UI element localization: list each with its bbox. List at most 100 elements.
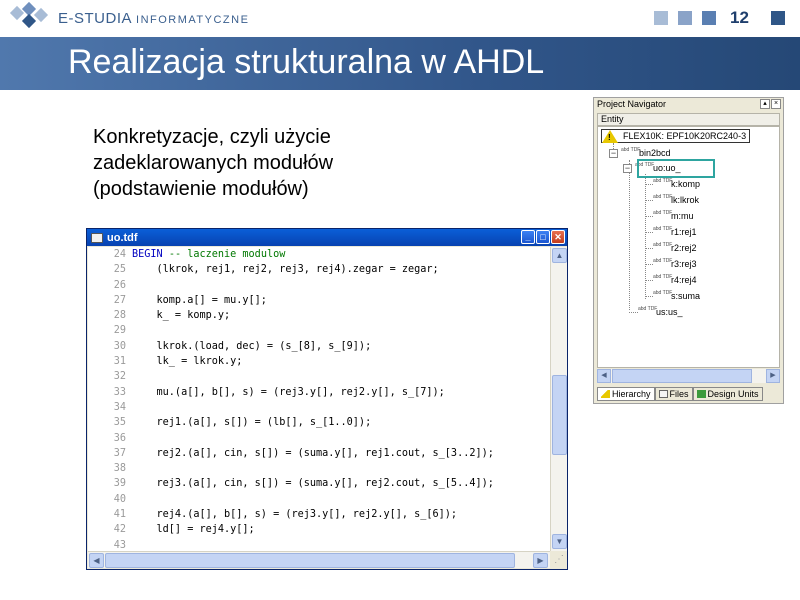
code-text: rej1.(a[], s[]) = (lb[], s_[1..0]); [132,417,372,432]
scroll-thumb[interactable] [612,369,752,383]
code-text: komp.a[] = mu.y[]; [132,295,267,310]
tree-connector [645,248,653,249]
minimize-button[interactable]: _ [521,230,535,244]
maximize-button[interactable]: □ [536,230,550,244]
close-icon[interactable]: × [771,99,781,109]
project-navigator-panel[interactable]: Project Navigator ▴ × Entity ! FLEX10K: E… [593,97,784,404]
tree-item-label: s:suma [671,291,701,301]
tree-item[interactable]: abd TDF r4:rej4 [653,273,697,287]
code-body: lk_ = lkrok.y; [132,356,243,368]
code-line: 40 [88,494,550,509]
tree-item[interactable]: abd TDF r2:rej2 [653,241,697,255]
tree-connector [645,264,653,265]
scroll-left-button[interactable]: ◀ [597,369,611,383]
tree-item-label: r1:rej1 [671,227,697,237]
logo-sub-text: INFORMATYCZNE [136,13,250,26]
slide-title: Realizacja strukturalna w AHDL [68,43,545,81]
code-line: 37 rej2.(a[], cin, s[]) = (suma.y[], rej… [88,448,550,463]
scroll-thumb[interactable] [552,375,567,455]
tab-design-units[interactable]: Design Units [692,387,763,401]
dock-icon[interactable]: ▴ [760,99,770,109]
resize-grip-icon[interactable]: ⋰ [551,552,567,568]
tdf-file-icon: abd TDF [621,147,641,153]
logo-text: E-STUDIA INFORMATYCZNE [58,10,249,27]
square-icon [771,11,785,25]
tree-item[interactable]: abd TDF lk:lkrok [653,193,699,207]
scroll-thumb[interactable] [105,553,515,568]
tab-files[interactable]: Files [654,387,693,401]
code-line: 33 mu.(a[], b[], s) = (rej3.y[], rej2.y[… [88,387,550,402]
code-text: BEGIN -- laczenie modulow [132,249,285,264]
tree-connector [629,312,638,313]
tree-item[interactable]: abd TDF r1:rej1 [653,225,697,239]
document-icon [91,232,103,243]
code-text: rej4.(a[], b[], s) = (rej3.y[], rej2.y[]… [132,509,458,524]
tree-item-label: FLEX10K: EPF10K20RC240-3 [623,131,747,141]
editor-titlebar[interactable]: uo.tdf _ □ ✕ [87,229,567,246]
tree-item[interactable]: abd TDF s:suma [653,289,700,303]
tree-item-label: m:mu [671,211,694,221]
tree-item[interactable]: ! FLEX10K: EPF10K20RC240-3 [601,129,751,143]
scroll-down-button[interactable]: ▼ [552,534,567,549]
code-text: mu.(a[], b[], s) = (rej3.y[], rej2.y[], … [132,387,445,402]
tree-item[interactable]: abd TDF k:komp [653,177,700,191]
subtitle-line: Konkretyzacje, czyli użycie [93,126,331,148]
code-line: 34 [88,402,550,417]
tab-hierarchy[interactable]: Hierarchy [597,387,655,401]
vertical-scrollbar[interactable]: ▲ ▼ [550,247,567,551]
code-comment: -- laczenie modulow [168,249,286,260]
file-icon [658,390,668,398]
page-indicator-squares [654,11,716,25]
code-body: rej2.(a[], cin, s[]) = (suma.y[], rej1.c… [132,447,494,459]
scroll-right-button[interactable]: ▶ [766,369,780,383]
code-line: 25 (lkrok, rej1, rej2, rej3, rej4).zegar… [88,264,550,279]
tdf-file-icon: abd TDF [638,306,658,312]
slide-subtitle: Konkretyzacje, czyli użycie zadeklarowan… [93,124,413,202]
navigator-titlebar: Project Navigator ▴ × [594,98,783,112]
code-editor-window[interactable]: uo.tdf _ □ ✕ 24 BEGIN -- laczenie modulow… [86,228,568,570]
entity-column-header[interactable]: Entity [597,113,780,126]
logo-main-text: E-STUDIA [58,9,133,27]
tree-item[interactable]: abd TDF us:us_ [638,305,683,319]
collapse-toggle-icon[interactable]: − [609,148,618,158]
tree-item[interactable]: abd TDF r3:rej3 [653,257,697,271]
tab-label: Hierarchy [612,389,651,399]
navigator-horizontal-scrollbar[interactable]: ◀ ▶ [597,369,780,383]
code-line: 36 [88,433,550,448]
scroll-left-button[interactable]: ◀ [89,553,104,568]
code-text: (lkrok, rej1, rej2, rej3, rej4).zegar = … [132,264,439,279]
scroll-right-button[interactable]: ▶ [533,553,548,568]
tree-connector [645,296,653,297]
code-line: 24 BEGIN -- laczenie modulow [88,249,550,264]
logo-mark-icon [8,1,52,32]
code-body: rej3.(a[], cin, s[]) = (suma.y[], rej2.c… [132,478,494,490]
tree-item[interactable]: abd TDF m:mu [653,209,694,223]
tdf-file-icon: abd TDF [653,178,673,184]
code-line: 30 lkrok.(load, dec) = (s_[8], s_[9]); [88,341,550,356]
scroll-up-button[interactable]: ▲ [552,248,567,263]
tree-connector [645,232,653,233]
tab-label: Design Units [707,389,759,399]
subtitle-line: (podstawienie modułów) [93,178,309,200]
tree-connector [645,200,653,201]
code-text: ld[] = rej4.y[]; [132,524,255,539]
tree-connector [645,184,653,185]
code-line: 35 rej1.(a[], s[]) = (lb[], s_[1..0]); [88,417,550,432]
collapse-toggle-icon[interactable]: − [623,163,632,173]
code-body: (lkrok, rej1, rej2, rej3, rej4).zegar = … [132,264,439,276]
close-button[interactable]: ✕ [551,230,565,244]
tree-item[interactable]: − abd TDF bin2bcd [609,146,671,160]
code-text-area[interactable]: 24 BEGIN -- laczenie modulow 25 (lkrok, re… [88,247,550,551]
tdf-file-icon: abd TDF [653,194,673,200]
design-units-icon [696,390,706,398]
tree-connector [629,160,630,310]
tdf-file-icon: abd TDF [653,242,673,248]
tree-connector [645,216,653,217]
warning-icon [601,390,610,398]
horizontal-scrollbar[interactable]: ◀ ▶ [88,551,550,568]
square-icon [678,11,692,25]
navigator-tabs: Hierarchy Files Design Units [597,387,763,401]
hierarchy-tree[interactable]: ! FLEX10K: EPF10K20RC240-3 − abd TDF bin2bcd… [597,126,780,368]
line-number: 31 [113,356,126,368]
tree-item-label: r2:rej2 [671,243,697,253]
